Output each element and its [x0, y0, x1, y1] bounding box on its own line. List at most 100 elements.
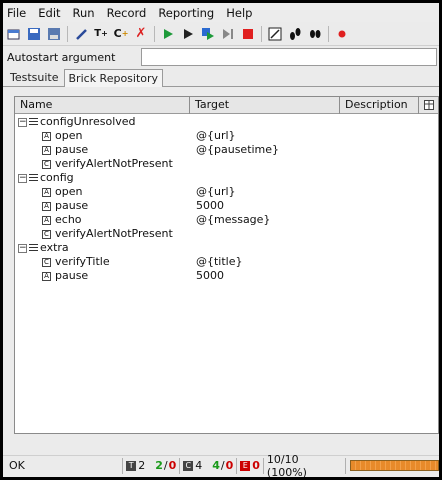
play-icon[interactable] [179, 25, 197, 43]
brick-group-icon [29, 118, 38, 126]
collapse-toggle-icon[interactable]: − [18, 118, 27, 127]
tab-testsuite[interactable]: Testsuite [5, 68, 64, 86]
column-target-header[interactable]: Target [190, 97, 340, 114]
save-icon[interactable] [25, 25, 43, 43]
menu-help[interactable]: Help [226, 6, 252, 20]
step-icon[interactable] [219, 25, 237, 43]
tree-item[interactable]: CverifyAlertNotPresent [15, 227, 438, 241]
toolbar-separator [67, 25, 68, 42]
checks-passed: 4 [212, 459, 220, 472]
run-selection-icon[interactable] [199, 25, 217, 43]
pencil-icon[interactable] [72, 25, 90, 43]
tree-item-target: @{pausetime} [196, 143, 280, 156]
app-window: File Edit Run Record Reporting Help T + C… [3, 3, 439, 477]
add-check-icon[interactable]: C + [112, 25, 130, 43]
tree-item[interactable]: Aopen @{url} [15, 129, 438, 143]
tree-item-target: @{url} [196, 129, 236, 142]
test-count-icon: T [126, 460, 137, 471]
tree-item[interactable]: Apause @{pausetime} [15, 143, 438, 157]
column-name-header[interactable]: Name [15, 97, 190, 114]
menu-bar: File Edit Run Record Reporting Help [3, 3, 439, 22]
autostart-label: Autostart argument [7, 50, 116, 64]
tree-item-target: @{message} [196, 213, 271, 226]
tree-item[interactable]: CverifyTitle @{title} [15, 255, 438, 269]
save-as-icon[interactable] [45, 25, 63, 43]
tree-group-label: configUnresolved [40, 115, 136, 128]
tree-item-target: 5000 [196, 199, 224, 212]
status-bar: OK T 2 2 / 0 C 4 4 / 0 E 0 10/10 (100%) [3, 453, 439, 477]
tree-item-name: verifyAlertNotPresent [55, 157, 173, 170]
brick-group-icon [29, 174, 38, 182]
delete-icon[interactable]: ✗ [132, 25, 150, 43]
tests-failed: 0 [168, 459, 177, 472]
toolbar: T + C + ✗ [3, 22, 439, 46]
capture-icon[interactable] [266, 25, 284, 43]
action-command-icon: A [42, 272, 51, 281]
errors-counter: E 0 [236, 457, 263, 474]
tree-item-name: verifyTitle [55, 255, 110, 268]
action-command-icon: A [42, 132, 51, 141]
column-description-header[interactable]: Description [340, 97, 419, 114]
brick-tree-panel: Name Target Description − configUnresolve… [14, 96, 439, 434]
menu-edit[interactable]: Edit [38, 6, 60, 20]
checks-total: 4 [195, 459, 203, 472]
checks-failed: 0 [225, 459, 234, 472]
tests-counter: T 2 2 / 0 [122, 457, 179, 474]
tree-item-target: 5000 [196, 269, 224, 282]
tree-item[interactable]: CverifyAlertNotPresent [15, 157, 438, 171]
menu-record[interactable]: Record [107, 6, 147, 20]
menu-reporting[interactable]: Reporting [158, 6, 214, 20]
collapse-toggle-icon[interactable]: − [18, 244, 27, 253]
check-command-icon: C [42, 230, 51, 239]
action-command-icon: A [42, 146, 51, 155]
progress-text: 10/10 (100%) [262, 453, 346, 477]
check-command-icon: C [42, 160, 51, 169]
tests-passed: 2 [155, 459, 163, 472]
check-count-icon: C [183, 460, 194, 471]
tree-item-target: @{title} [196, 255, 243, 268]
tree-group-label: extra [40, 241, 69, 254]
tree-item[interactable]: Aecho @{message} [15, 213, 438, 227]
stop-icon[interactable] [239, 25, 257, 43]
check-command-icon: C [42, 258, 51, 267]
record-icon[interactable] [333, 25, 351, 43]
run-all-icon[interactable] [159, 25, 177, 43]
toolbar-separator [328, 25, 329, 42]
tree-group[interactable]: − config [15, 171, 438, 185]
footprints-icon[interactable] [306, 25, 324, 43]
checks-counter: C 4 4 / 0 [179, 457, 236, 474]
new-file-icon[interactable] [5, 25, 23, 43]
tree-group[interactable]: − configUnresolved [15, 115, 438, 129]
tab-bar: Testsuite Brick Repository [3, 68, 439, 87]
collapse-toggle-icon[interactable]: − [18, 174, 27, 183]
status-text: OK [9, 459, 25, 472]
action-command-icon: A [42, 188, 51, 197]
tree-item-name: open [55, 185, 83, 198]
tree-item-name: pause [55, 269, 89, 282]
tree-group-label: config [40, 171, 74, 184]
footprints-icon[interactable] [286, 25, 304, 43]
tests-total: 2 [138, 459, 146, 472]
tree-item-name: echo [55, 213, 82, 226]
toolbar-separator [261, 25, 262, 42]
tree-item[interactable]: Apause 5000 [15, 269, 438, 283]
tree-group[interactable]: − extra [15, 241, 438, 255]
tree-item-name: open [55, 129, 83, 142]
autostart-row: Autostart argument [3, 46, 439, 68]
add-text-icon[interactable]: T + [92, 25, 110, 43]
tab-brick-repository[interactable]: Brick Repository [63, 69, 164, 87]
autostart-input[interactable] [141, 48, 437, 66]
tree-item[interactable]: Apause 5000 [15, 199, 438, 213]
toolbar-separator [154, 25, 155, 42]
column-chooser-icon[interactable] [419, 97, 439, 114]
action-command-icon: A [42, 202, 51, 211]
tree-item[interactable]: Aopen @{url} [15, 185, 438, 199]
menu-run[interactable]: Run [73, 6, 95, 20]
progress-bar [349, 460, 439, 471]
menu-file[interactable]: File [7, 6, 26, 20]
brick-tree: − configUnresolved Aopen @{url} Apause @{paus… [15, 115, 438, 283]
column-header: Name Target Description [15, 97, 438, 114]
tree-item-target: @{url} [196, 185, 236, 198]
errors-total: 0 [252, 459, 260, 472]
brick-group-icon [29, 244, 38, 252]
